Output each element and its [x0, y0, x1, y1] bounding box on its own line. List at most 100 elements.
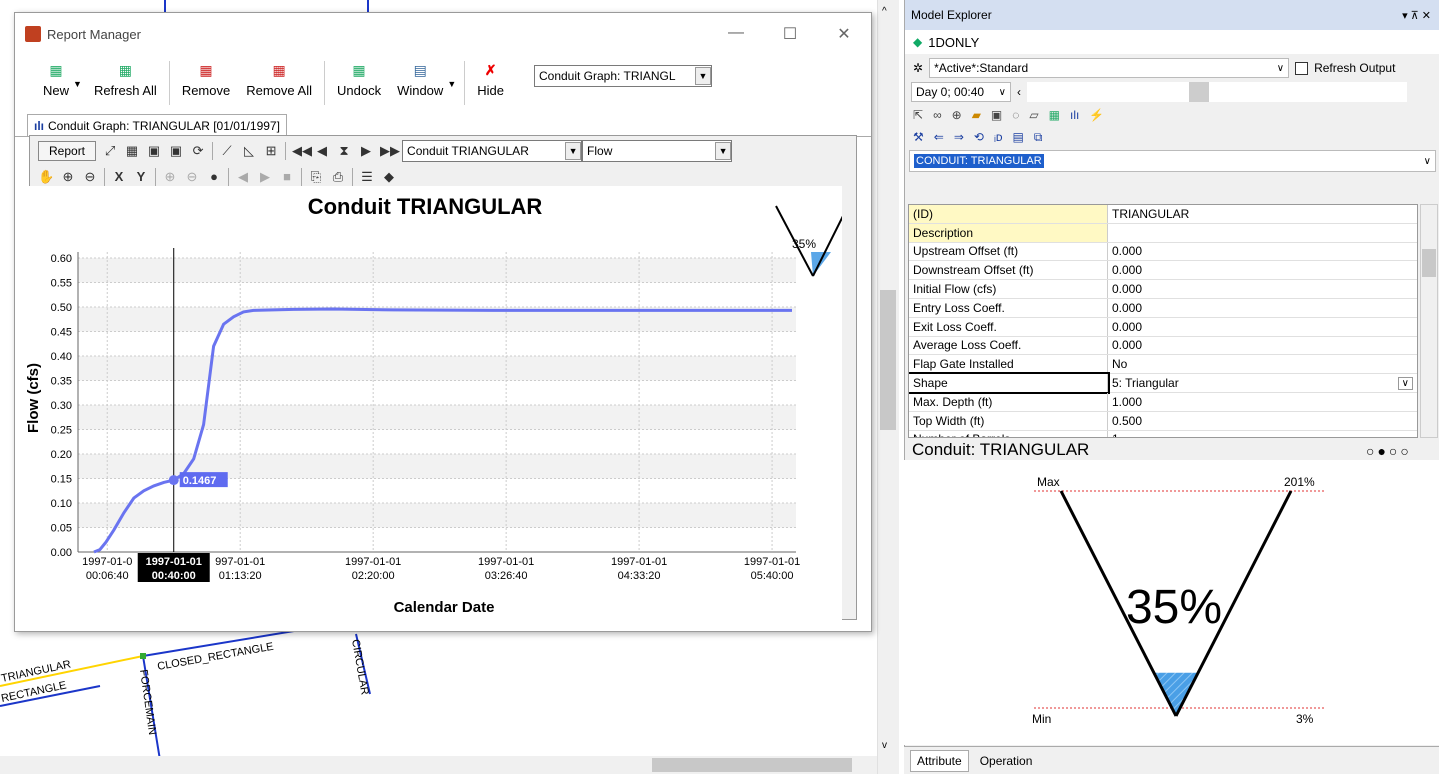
play-icon[interactable]: ▶	[257, 169, 273, 185]
grid-icon[interactable]: ▦	[124, 143, 140, 159]
back-icon[interactable]: ⇐	[934, 130, 944, 144]
property-value[interactable]	[1108, 224, 1417, 242]
zoom-out-icon[interactable]: ⊖	[82, 169, 98, 185]
property-row[interactable]: Description	[909, 223, 1417, 243]
globe-icon[interactable]: ●	[206, 169, 222, 185]
page-dots[interactable]: ○●○○	[1366, 443, 1412, 459]
property-value[interactable]: 0.000	[1108, 337, 1417, 355]
time-select[interactable]: Day 0; 00:40 ∨	[911, 82, 1011, 102]
properties-icon[interactable]: ☰	[359, 169, 375, 185]
forward-icon[interactable]: ⇒	[954, 130, 964, 144]
scenario-select[interactable]: *Active*:Standard ∨	[929, 58, 1290, 78]
save-all-icon[interactable]: ▣	[168, 143, 184, 159]
property-value[interactable]: 0.000	[1108, 299, 1417, 317]
zoom-icon[interactable]: ⊕	[952, 108, 962, 122]
refresh-icon[interactable]: ⟳	[190, 143, 206, 159]
id-icon[interactable]: ᵢᴅ	[994, 130, 1003, 144]
undock-button[interactable]: ▦ Undock	[329, 59, 389, 100]
property-value[interactable]: 1.000	[1108, 393, 1417, 411]
object-select[interactable]: Conduit TRIANGULAR ▼	[402, 140, 583, 162]
property-row[interactable]: Top Width (ft) 0.500	[909, 411, 1417, 431]
window-button[interactable]: ▤ Window	[389, 59, 451, 100]
select-icon[interactable]: ◌	[1012, 108, 1019, 122]
property-row[interactable]: Entry Loss Coeff. 0.000	[909, 298, 1417, 318]
time-slider[interactable]	[1027, 82, 1407, 102]
map-horizontal-scrollbar[interactable]	[0, 756, 877, 774]
property-grid-scrollbar[interactable]	[1420, 204, 1438, 438]
property-row[interactable]: Shape 5: Triangular ∨	[909, 372, 1417, 394]
variable-select[interactable]: Flow ▼	[582, 140, 733, 162]
property-value[interactable]: TRIANGULAR	[1108, 205, 1417, 223]
refresh-all-button[interactable]: ▦ Refresh All	[86, 59, 165, 100]
conduit-flow-chart[interactable]: 0.00 0.05 0.10 0.15 0.20 0.25 0.30 0.35 0.40 0.45…	[16, 186, 842, 621]
time-slider-left[interactable]: ‹	[1017, 85, 1021, 99]
property-row[interactable]: Number of Barrels1	[909, 430, 1417, 437]
x-axis-icon[interactable]: X	[111, 169, 127, 185]
chart-icon[interactable]: ⊞	[263, 143, 279, 159]
property-row[interactable]: Initial Flow (cfs) 0.000	[909, 280, 1417, 299]
print-icon[interactable]: ⎙	[330, 169, 346, 185]
pin-icon[interactable]: ▾ ⊼ ✕	[1402, 9, 1431, 22]
property-row[interactable]: Max. Depth (ft) 1.000	[909, 392, 1417, 412]
property-row[interactable]: Average Loss Coeff. 0.000	[909, 336, 1417, 356]
chart-style-icon[interactable]: ⤢	[102, 143, 118, 159]
erase-icon[interactable]: ▱	[1029, 108, 1038, 122]
save-icon[interactable]: ▣	[991, 108, 1002, 122]
model-row[interactable]: ◆ 1DONLY	[905, 30, 1439, 54]
tab-attribute[interactable]: Attribute	[910, 749, 969, 772]
pan-icon[interactable]: ✋	[38, 169, 54, 185]
report-select[interactable]: Conduit Graph: TRIANGL ▼	[533, 65, 712, 87]
hide-button[interactable]: ✗ Hide	[469, 59, 512, 100]
copy-icon[interactable]: ⎘	[308, 169, 324, 185]
new-button[interactable]: ▦ New	[35, 59, 77, 100]
property-value[interactable]: 5: Triangular	[1108, 374, 1398, 392]
book-icon[interactable]: ◆	[381, 169, 397, 185]
minimize-button[interactable]: —	[709, 24, 763, 44]
remove-all-button[interactable]: ▦ Remove All	[238, 59, 320, 100]
refresh-output-checkbox[interactable]	[1295, 61, 1309, 75]
close-button[interactable]: ✕	[817, 24, 871, 44]
report-button[interactable]: Report	[38, 141, 97, 161]
table-icon[interactable]: ▤	[1012, 130, 1023, 144]
property-row[interactable]: Upstream Offset (ft) 0.000	[909, 242, 1417, 262]
history-icon[interactable]: ⟲	[974, 130, 984, 144]
graph-icon[interactable]: ılı	[1070, 108, 1079, 122]
chevron-down-icon[interactable]: ∨	[1397, 376, 1413, 390]
zoom-extent-icon[interactable]: ⊕	[162, 169, 178, 185]
property-row[interactable]: Flap Gate Installed No	[909, 355, 1417, 375]
new-dropdown-arrow[interactable]: ▼	[73, 79, 82, 89]
property-value[interactable]: 0.500	[1108, 412, 1417, 430]
pointer-icon[interactable]: ⇱	[913, 108, 923, 122]
map-vertical-scrollbar[interactable]: ^ v	[877, 0, 899, 774]
property-value[interactable]: 0.000	[1108, 318, 1417, 336]
hourglass-icon[interactable]: ⧗	[336, 143, 352, 159]
property-value[interactable]: 0.000	[1108, 280, 1417, 298]
step-back-icon[interactable]: ◀	[235, 169, 251, 185]
property-row[interactable]: Exit Loss Coeff. 0.000	[909, 317, 1417, 337]
maximize-button[interactable]: ☐	[763, 24, 817, 44]
tab-conduit-graph[interactable]: ılı Conduit Graph: TRIANGULAR [01/01/199…	[27, 114, 287, 136]
filter-icon[interactable]: ⧉	[1034, 130, 1043, 145]
area-chart-icon[interactable]: ◺	[241, 143, 257, 159]
first-icon[interactable]: ◀◀	[292, 143, 312, 159]
last-icon[interactable]: ▶▶	[380, 143, 400, 159]
property-value[interactable]: 1	[1108, 431, 1417, 437]
line-chart-icon[interactable]: ⟋	[219, 143, 235, 159]
window-dropdown-arrow[interactable]: ▼	[447, 79, 456, 89]
zoom-previous-icon[interactable]: ⊖	[184, 169, 200, 185]
object-selector[interactable]: CONDUIT: TRIANGULAR ∨	[909, 150, 1436, 172]
property-value[interactable]: 0.000	[1108, 261, 1417, 279]
y-axis-icon[interactable]: Y	[133, 169, 149, 185]
remove-button[interactable]: ▦ Remove	[174, 59, 238, 100]
tab-operation[interactable]: Operation	[972, 749, 1040, 772]
link-icon[interactable]: ∞	[933, 108, 942, 122]
zoom-in-icon[interactable]: ⊕	[60, 169, 76, 185]
run-icon[interactable]: ⚡	[1089, 108, 1104, 122]
previous-icon[interactable]: ◀	[314, 143, 330, 159]
tool-icon[interactable]: ⚒	[913, 130, 924, 144]
property-row[interactable]: Downstream Offset (ft) 0.000	[909, 261, 1417, 281]
stop-icon[interactable]: ■	[279, 169, 295, 185]
report-icon[interactable]: ▦	[1049, 108, 1060, 122]
property-row[interactable]: (ID) TRIANGULAR	[909, 205, 1417, 224]
property-value[interactable]: 0.000	[1108, 243, 1417, 261]
